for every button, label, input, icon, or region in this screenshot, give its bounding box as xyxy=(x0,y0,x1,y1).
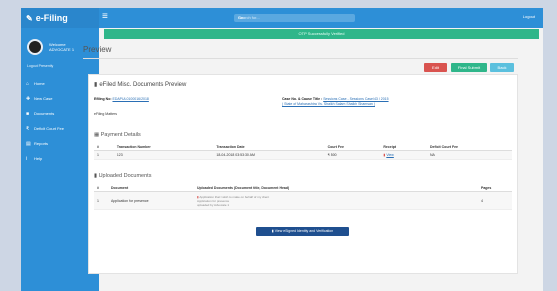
payment-title-text: Payment Details xyxy=(100,132,141,138)
app-title: e-Filing xyxy=(35,13,68,23)
info-icon: i xyxy=(26,155,28,162)
col-header: Court Fee xyxy=(324,143,381,151)
payment-table: # Transaction Number Transaction Date Co… xyxy=(94,143,512,160)
view-esigned-button[interactable]: ▮ View eSigned Identity and Verification xyxy=(256,227,349,236)
cell: 18-04-2018 03:53:30 AM xyxy=(213,150,325,160)
file-icon: ▮ xyxy=(94,82,98,88)
col-header: Transaction Date xyxy=(213,143,325,151)
panel-title-text: eFiled Misc. Documents Preview xyxy=(99,82,187,88)
case-title-link[interactable]: ( State of Maharashtra Vs. Shaikh Salam … xyxy=(282,102,375,106)
col-header: Uploaded Documents (Document title, Docu… xyxy=(194,184,478,192)
col-header: # xyxy=(94,143,114,151)
docs-title-text: Uploaded Documents xyxy=(98,173,152,179)
rupee-icon: ₹ xyxy=(26,125,30,132)
hamburger-menu-icon[interactable]: ≡ xyxy=(102,11,108,22)
doc-line-text: Application that I wish to make on behal… xyxy=(199,194,270,199)
back-button[interactable]: Back xyxy=(490,63,514,72)
title-divider xyxy=(83,58,518,59)
col-header: Receipt xyxy=(380,143,427,151)
cell: Application for presence xyxy=(108,191,194,210)
cell: 123 xyxy=(113,150,214,160)
payment-section-title: ▦ Payment Details xyxy=(94,132,141,138)
document-icon: ▮ xyxy=(94,173,98,179)
cell: 4 xyxy=(478,191,512,210)
edit-button[interactable]: Edit xyxy=(424,63,447,72)
sidebar-item-label: Help xyxy=(34,156,43,161)
verify-button-label: View eSigned Identity and Verification xyxy=(274,229,334,233)
profile-text: Welcome ADVOCATE 1 xyxy=(49,42,74,52)
top-navbar: ≡ Search for... Go Logout xyxy=(99,8,543,28)
logout-link[interactable]: Logout xyxy=(523,14,535,19)
preview-panel: ▮ eFiled Misc. Documents Preview Efiling … xyxy=(88,74,518,274)
table-row: 1 123 18-04-2018 03:53:30 AM ₹ 500 ▮ Vie… xyxy=(94,150,512,160)
receipt-cell: ▮ View xyxy=(380,150,427,160)
case-no-link[interactable]: Sessions Case - Sessions Case/43 / 2015 xyxy=(323,97,388,101)
sidebar-item-label: Documents xyxy=(34,111,55,116)
bank-icon: ▦ xyxy=(94,132,100,138)
search-input[interactable]: Search for... Go xyxy=(234,14,355,22)
avatar[interactable] xyxy=(27,39,43,55)
documents-table: # Document Uploaded Documents (Document … xyxy=(94,184,512,210)
table-row: 1 Application for presence ▮ Application… xyxy=(94,191,512,210)
case-label: Case No. & Cause Title : xyxy=(282,97,323,101)
sidebar-item-label: Reports xyxy=(34,141,49,146)
col-header: Document xyxy=(108,184,194,192)
page-title: Preview xyxy=(83,45,112,54)
success-alert: OTP Successfully Verified xyxy=(104,29,539,39)
home-icon: ⌂ xyxy=(26,80,30,87)
file-icon: ▮ xyxy=(271,229,274,233)
col-header: Transaction Number xyxy=(113,143,214,151)
doc-detail-cell: ▮ Application that I wish to make on beh… xyxy=(194,191,478,210)
case-info: Case No. & Cause Title : Sessions Case -… xyxy=(282,97,482,106)
receipt-view-link[interactable]: View xyxy=(386,153,394,157)
sidebar-item-label: New Case xyxy=(34,96,53,101)
cell: ₹ 500 xyxy=(324,150,381,160)
search-go-button[interactable]: Go xyxy=(238,15,349,20)
docs-section-title: ▮ Uploaded Documents xyxy=(94,173,151,179)
cell: 1 xyxy=(94,191,108,210)
col-header: Deficit Court Fee xyxy=(426,143,512,151)
file-plus-icon: ✚ xyxy=(26,95,31,102)
user-name: ADVOCATE 1 xyxy=(49,47,75,52)
final-submit-button[interactable]: Final Submit xyxy=(451,63,487,72)
col-header: # xyxy=(94,184,108,192)
efiling-status: eFiling Matters xyxy=(94,112,117,116)
efiling-no-label: Efiling No: xyxy=(94,97,112,101)
col-header: Pages xyxy=(478,184,512,192)
brand-icon: ✎ xyxy=(26,13,33,23)
efiling-no-link[interactable]: EDAPUL0100016/2018 xyxy=(112,97,148,101)
document-icon: ■ xyxy=(26,110,30,117)
cell: NA xyxy=(426,150,512,160)
doc-line: uploaded by Advocate 1 xyxy=(197,202,230,207)
report-icon: ▤ xyxy=(26,140,31,147)
sidebar-item-label: Home xyxy=(34,81,45,86)
cell: 1 xyxy=(94,150,114,160)
app-brand[interactable]: ✎ e-Filing xyxy=(21,8,99,28)
efiling-info: Efiling No: EDAPUL0100016/2018 xyxy=(94,97,149,102)
sidebar-item-label: Deficit Court Fee xyxy=(34,126,65,131)
panel-title: ▮ eFiled Misc. Documents Preview xyxy=(94,81,186,88)
user-status: Logout Presently xyxy=(27,64,54,68)
